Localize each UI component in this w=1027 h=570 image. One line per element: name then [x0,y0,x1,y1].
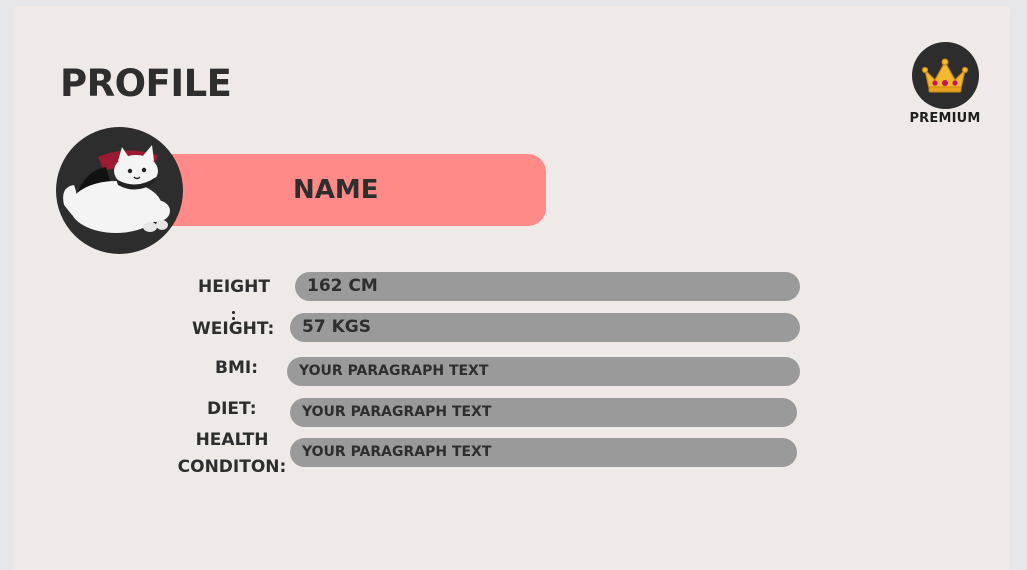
height-label: HEIGHT [198,277,270,297]
page-title: PROFILE [60,62,232,105]
diet-label: DIET: [207,399,257,419]
diet-field[interactable]: YOUR PARAGRAPH TEXT [290,398,797,427]
weight-label: WEIGHT: [192,319,275,339]
health-label-line1: HEALTH [195,430,269,450]
crown-icon [921,58,969,92]
premium-icon-circle[interactable] [911,42,979,109]
profile-card: PROFILE PREMIUM NAME HEIGHT 162 CM WEIGH… [13,6,1010,570]
health-condition-field[interactable]: YOUR PARAGRAPH TEXT [290,438,797,467]
health-label-line2: CONDITON: [177,457,287,477]
avatar[interactable] [56,127,183,254]
bmi-label: BMI: [215,358,258,378]
name-field[interactable]: NAME [158,154,546,226]
premium-badge[interactable]: PREMIUM [903,42,987,126]
white-cat-avatar-icon [63,145,170,233]
stray-dot [232,311,235,314]
height-field[interactable]: 162 CM [295,272,800,301]
weight-field[interactable]: 57 KGS [290,313,800,342]
bmi-field[interactable]: YOUR PARAGRAPH TEXT [287,357,800,386]
premium-label: PREMIUM [909,111,981,126]
name-text: NAME [293,175,379,205]
health-condition-label: HEALTH CONDITON: [176,429,288,478]
